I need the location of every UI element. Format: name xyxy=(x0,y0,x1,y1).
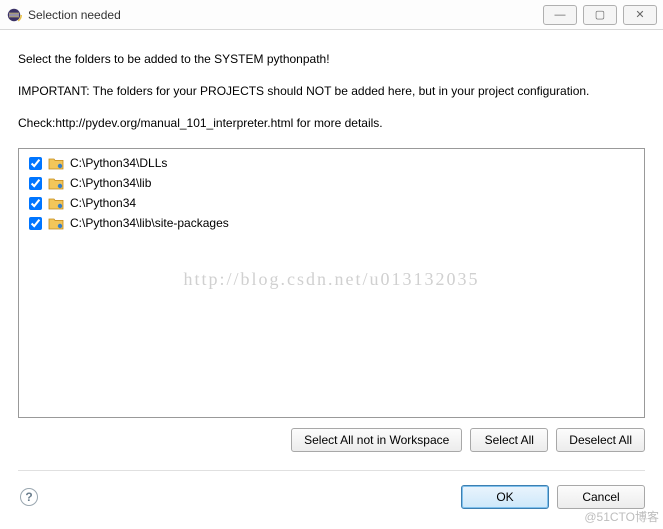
selection-button-row: Select All not in Workspace Select All D… xyxy=(18,428,645,452)
ok-button[interactable]: OK xyxy=(461,485,549,509)
watermark-text: http://blog.csdn.net/u013132035 xyxy=(19,269,644,290)
instruction-line-3: Check:http://pydev.org/manual_101_interp… xyxy=(18,116,645,130)
list-item[interactable]: C:\Python34\DLLs xyxy=(25,153,638,173)
minimize-button[interactable]: — xyxy=(543,5,577,25)
select-all-button[interactable]: Select All xyxy=(470,428,548,452)
select-all-not-in-workspace-button[interactable]: Select All not in Workspace xyxy=(291,428,462,452)
close-button[interactable]: ✕ xyxy=(623,5,657,25)
action-button-row: OK Cancel xyxy=(461,485,645,509)
folder-path: C:\Python34\lib xyxy=(70,176,151,190)
list-item[interactable]: C:\Python34\lib xyxy=(25,173,638,193)
cancel-button[interactable]: Cancel xyxy=(557,485,645,509)
dialog-content: Select the folders to be added to the SY… xyxy=(0,30,663,517)
maximize-button[interactable]: ▢ xyxy=(583,5,617,25)
folder-icon xyxy=(48,156,64,170)
deselect-all-button[interactable]: Deselect All xyxy=(556,428,645,452)
folder-checkbox[interactable] xyxy=(29,197,42,210)
folder-icon xyxy=(48,216,64,230)
titlebar: Selection needed — ▢ ✕ xyxy=(0,0,663,30)
folder-icon xyxy=(48,196,64,210)
instruction-line-1: Select the folders to be added to the SY… xyxy=(18,52,645,66)
eclipse-icon xyxy=(6,7,22,23)
folder-path: C:\Python34\DLLs xyxy=(70,156,167,170)
folders-listbox[interactable]: C:\Python34\DLLs C:\Python34\lib C:\Pyth… xyxy=(18,148,645,418)
list-item[interactable]: C:\Python34 xyxy=(25,193,638,213)
folder-path: C:\Python34\lib\site-packages xyxy=(70,216,229,230)
help-icon[interactable]: ? xyxy=(20,488,38,506)
corner-watermark: @51CTO博客 xyxy=(584,508,659,525)
folder-checkbox[interactable] xyxy=(29,157,42,170)
window-title: Selection needed xyxy=(28,8,121,22)
folder-icon xyxy=(48,176,64,190)
folder-checkbox[interactable] xyxy=(29,217,42,230)
folder-path: C:\Python34 xyxy=(70,196,136,210)
instruction-line-2: IMPORTANT: The folders for your PROJECTS… xyxy=(18,84,645,98)
folder-checkbox[interactable] xyxy=(29,177,42,190)
list-item[interactable]: C:\Python34\lib\site-packages xyxy=(25,213,638,233)
dialog-footer: ? OK Cancel xyxy=(18,470,645,509)
